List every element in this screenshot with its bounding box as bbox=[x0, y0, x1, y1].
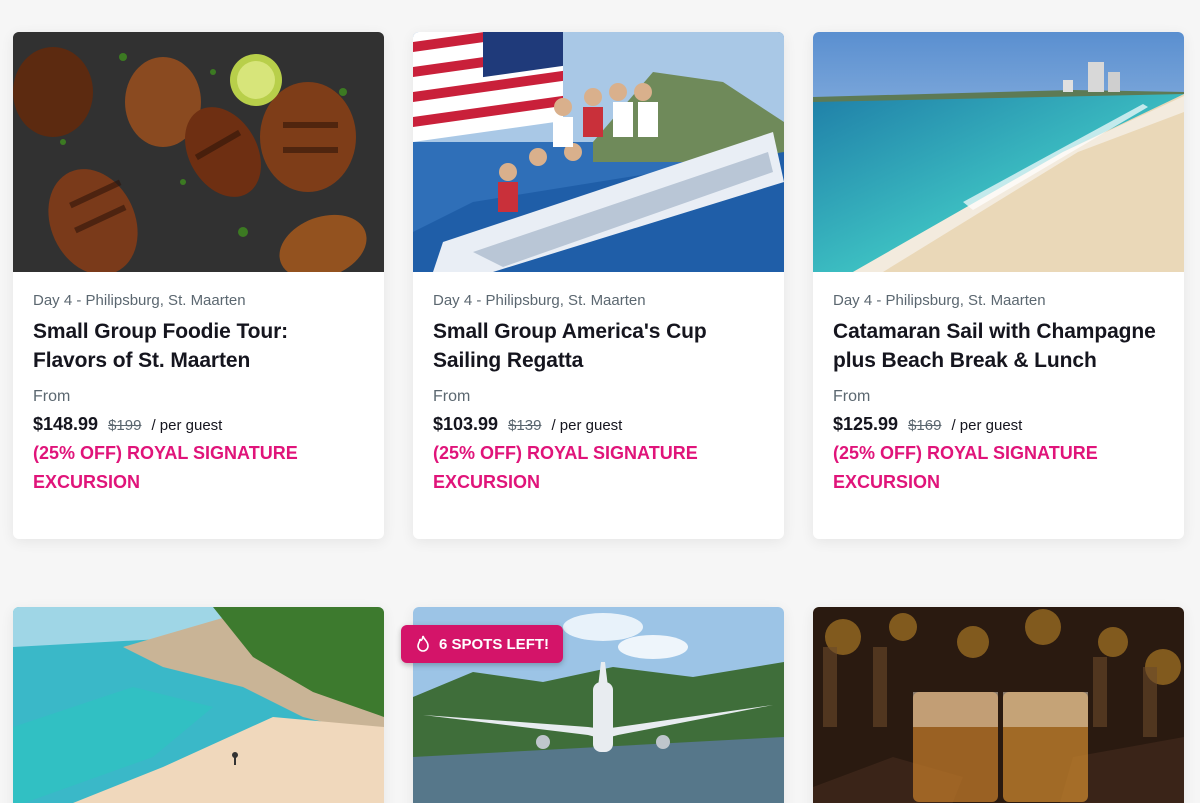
excursion-card-cove-beach[interactable] bbox=[13, 607, 384, 803]
price-from-label: From bbox=[33, 388, 71, 405]
original-price: $139 bbox=[508, 417, 542, 434]
original-price: $199 bbox=[108, 417, 142, 434]
original-price: $169 bbox=[908, 417, 942, 434]
whiskey-glasses-photo bbox=[813, 607, 1184, 803]
sailing-regatta-photo bbox=[413, 32, 784, 272]
excursion-location: Day 4 - Philipsburg, St. Maarten bbox=[33, 292, 246, 309]
excursion-card-whiskey[interactable] bbox=[813, 607, 1184, 803]
excursion-card-foodie-tour[interactable]: Day 4 - Philipsburg, St. Maarten Small G… bbox=[13, 32, 384, 539]
cove-beach-photo bbox=[13, 607, 384, 803]
price-from-label: From bbox=[433, 388, 471, 405]
sale-price: $103.99 bbox=[433, 414, 499, 434]
sale-price: $125.99 bbox=[833, 414, 899, 434]
excursion-card-sailing-regatta[interactable]: Day 4 - Philipsburg, St. Maarten Small G… bbox=[413, 32, 784, 539]
promo-label: (25% OFF) ROYAL SIGNATURE EXCURSION bbox=[433, 443, 698, 492]
promo-label: (25% OFF) ROYAL SIGNATURE EXCURSION bbox=[833, 443, 1098, 492]
excursion-location: Day 4 - Philipsburg, St. Maarten bbox=[833, 292, 1046, 309]
excursion-title[interactable]: Small Group America's Cup Sailing Regatt… bbox=[433, 317, 764, 375]
per-guest-label: / per guest bbox=[951, 417, 1023, 434]
price-from-label: From bbox=[833, 388, 871, 405]
per-guest-label: / per guest bbox=[551, 417, 623, 434]
excursion-title[interactable]: Small Group Foodie Tour: Flavors of St. … bbox=[33, 317, 364, 375]
excursion-location: Day 4 - Philipsburg, St. Maarten bbox=[433, 292, 646, 309]
promo-label: (25% OFF) ROYAL SIGNATURE EXCURSION bbox=[33, 443, 298, 492]
excursion-card-catamaran-sail[interactable]: Day 4 - Philipsburg, St. Maarten Catamar… bbox=[813, 32, 1184, 539]
flame-icon bbox=[417, 635, 429, 652]
sale-price: $148.99 bbox=[33, 414, 99, 434]
beach-photo bbox=[813, 32, 1184, 272]
spots-left-badge: 6 SPOTS LEFT! bbox=[401, 625, 564, 663]
excursion-title[interactable]: Catamaran Sail with Champagne plus Beach… bbox=[833, 317, 1164, 375]
spots-left-text: 6 SPOTS LEFT! bbox=[439, 635, 550, 653]
per-guest-label: / per guest bbox=[151, 417, 223, 434]
grilled-chicken-photo bbox=[13, 32, 384, 272]
